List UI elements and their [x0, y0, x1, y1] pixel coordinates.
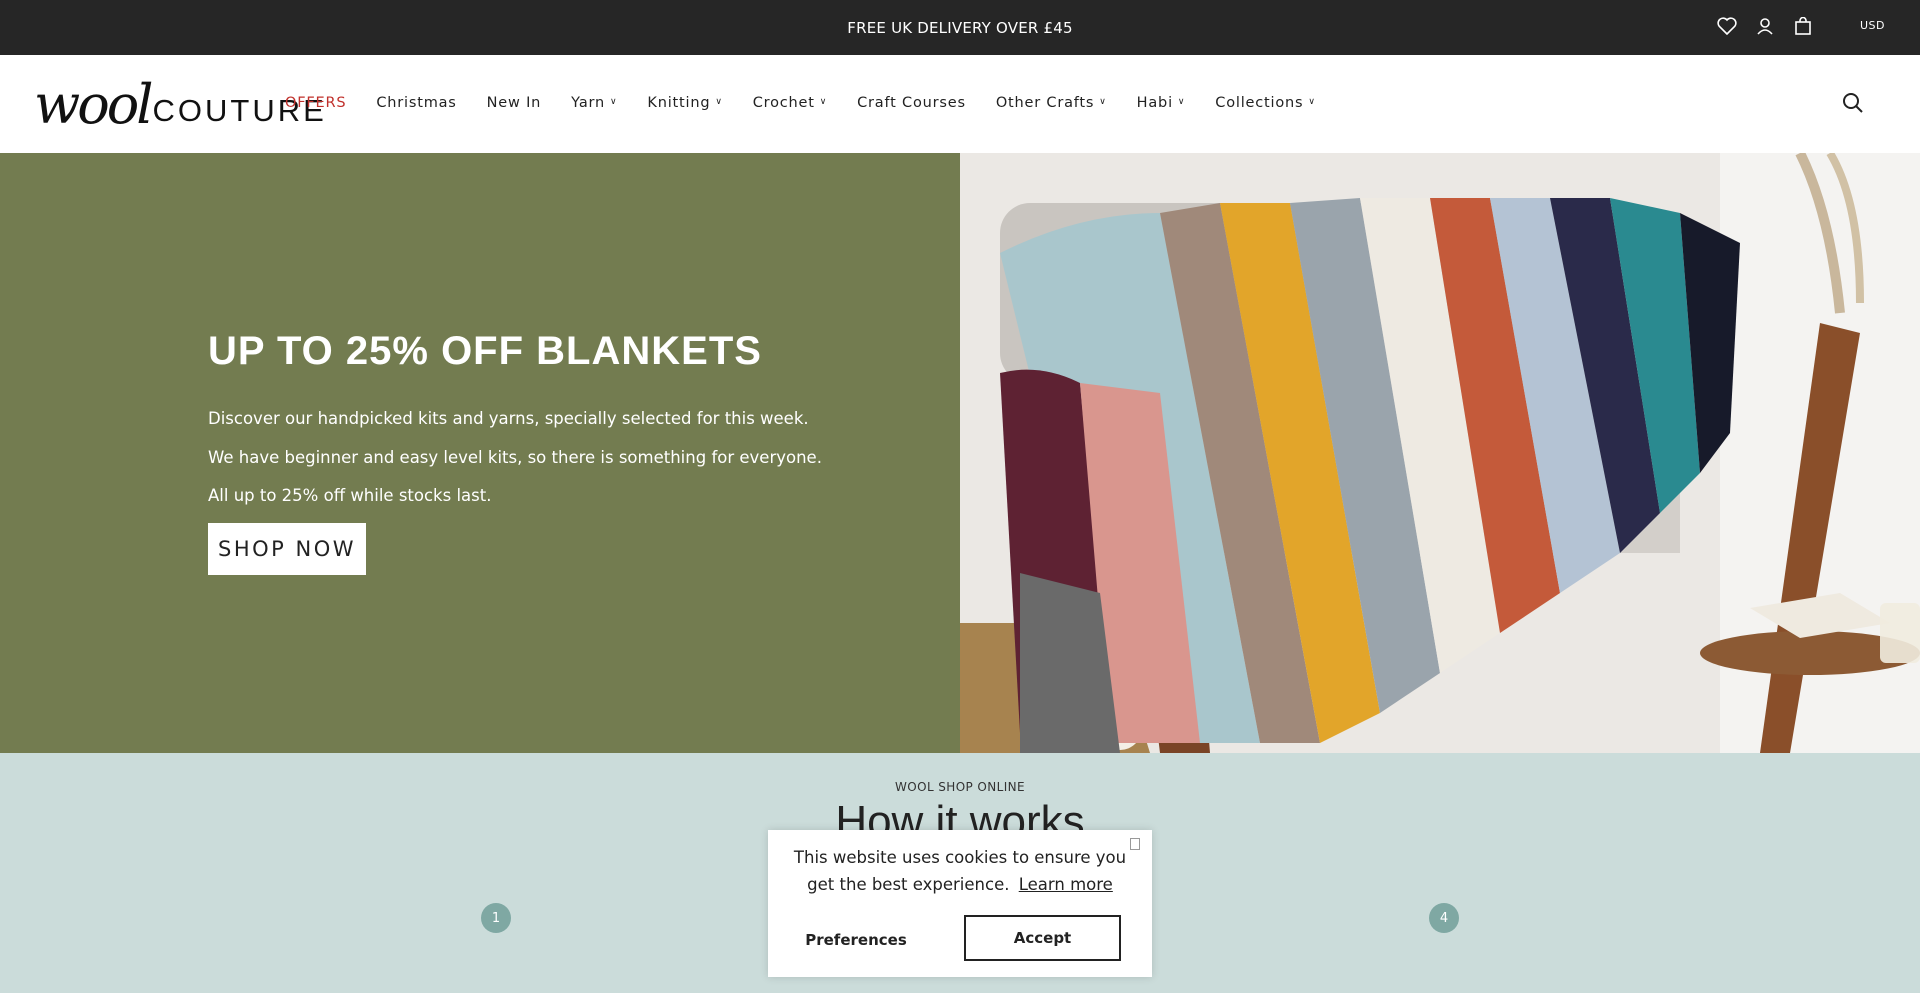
hero-blanket-image[interactable] — [960, 153, 1920, 753]
step-badge-1: 1 — [481, 903, 511, 933]
step-badge-4: 4 — [1429, 903, 1459, 933]
search-icon[interactable] — [1842, 92, 1866, 116]
chevron-down-icon: ∨ — [715, 97, 723, 107]
wool-couture-logo[interactable]: wool COUTURE — [34, 67, 324, 136]
cookie-message: This website uses cookies to ensure you … — [788, 844, 1132, 898]
nav-item-crochet[interactable]: Crochet ∨ — [753, 95, 827, 111]
nav-item-new-in[interactable]: New In — [487, 95, 542, 111]
chevron-down-icon: ∨ — [610, 97, 618, 107]
heart-icon[interactable] — [1715, 14, 1739, 38]
chevron-down-icon: ∨ — [1177, 97, 1186, 107]
accept-button[interactable]: Accept — [964, 915, 1121, 961]
nav-item-craft-courses[interactable]: Craft Courses — [857, 95, 966, 111]
nav-item-other-crafts[interactable]: Other Crafts ∨ — [996, 95, 1107, 111]
header-utility-icons — [1715, 14, 1815, 38]
section-eyebrow: WOOL SHOP ONLINE — [895, 780, 1025, 794]
nav-item-habi[interactable]: Habi ∨ — [1137, 95, 1186, 111]
nav-item-collections[interactable]: Collections ∨ — [1215, 95, 1315, 111]
nav-item-offers[interactable]: OFFERS — [285, 95, 346, 111]
nav-item-knitting[interactable]: Knitting ∨ — [647, 95, 722, 111]
announcement-bar: FREE UK DELIVERY OVER £45 USD — [0, 0, 1920, 55]
chevron-down-icon: ∨ — [819, 97, 828, 107]
account-icon[interactable] — [1753, 14, 1777, 38]
currency-selector[interactable]: USD — [1860, 19, 1885, 32]
main-nav: OFFERS Christmas New In Yarn ∨ Knitting ∨ … — [285, 95, 1346, 111]
nav-item-christmas[interactable]: Christmas — [376, 95, 456, 111]
chevron-down-icon: ∨ — [1308, 97, 1316, 107]
learn-more-link[interactable]: Learn more — [1019, 875, 1113, 894]
chevron-down-icon: ∨ — [1099, 97, 1107, 107]
hero-text-panel: UP TO 25% OFF BLANKETS Discover our hand… — [0, 153, 960, 753]
hero-line-1: Discover our handpicked kits and yarns, … — [208, 409, 809, 428]
hero-title: UP TO 25% OFF BLANKETS — [208, 329, 762, 373]
hero-line-3: All up to 25% off while stocks last. — [208, 486, 492, 505]
logo-script-text: wool — [34, 73, 154, 136]
shop-now-button[interactable]: SHOP NOW — [208, 523, 366, 575]
delivery-promo-text: FREE UK DELIVERY OVER £45 — [847, 19, 1073, 37]
bag-icon[interactable] — [1791, 14, 1815, 38]
hero-line-2: We have beginner and easy level kits, so… — [208, 448, 822, 467]
nav-item-yarn[interactable]: Yarn ∨ — [571, 95, 617, 111]
cookie-consent-banner: This website uses cookies to ensure you … — [768, 830, 1152, 977]
site-header: wool COUTURE OFFERS Christmas New In Yar… — [0, 55, 1920, 153]
hero-banner: UP TO 25% OFF BLANKETS Discover our hand… — [0, 153, 1920, 753]
preferences-button[interactable]: Preferences — [794, 917, 918, 962]
